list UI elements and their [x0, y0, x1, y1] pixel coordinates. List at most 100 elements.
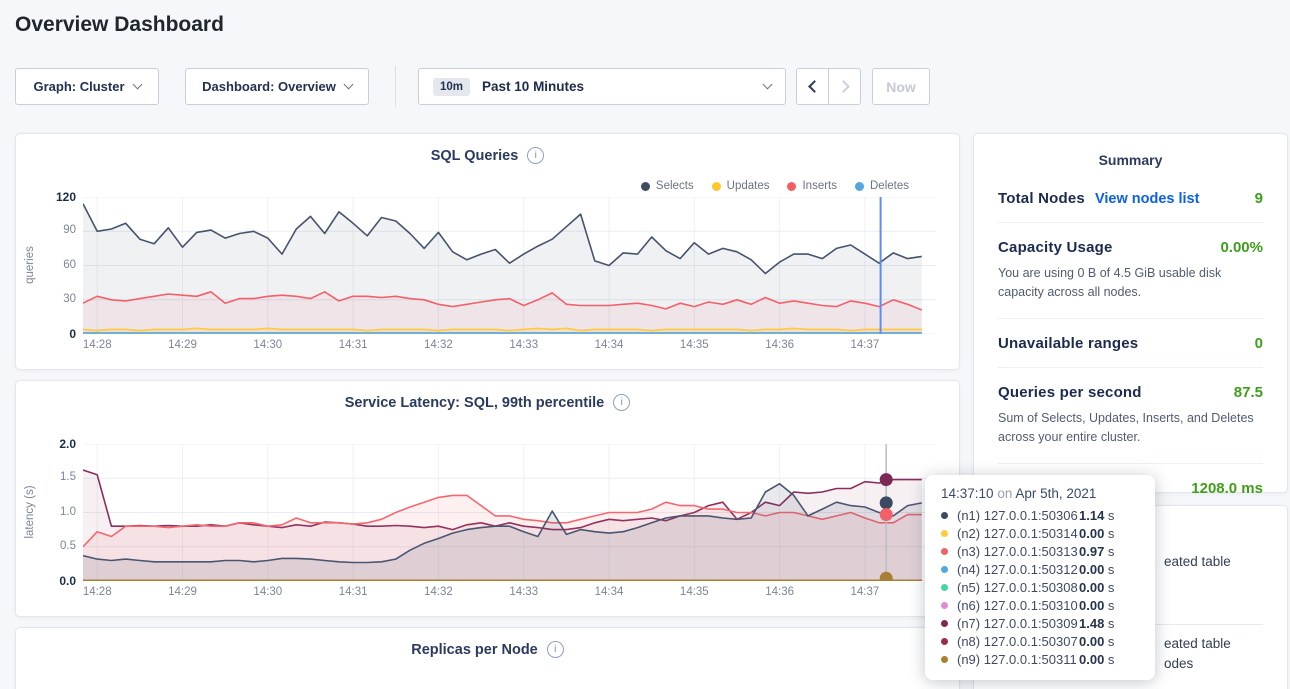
tooltip-row: (n5) 127.0.0.1:503080.00 s: [941, 578, 1139, 596]
x-tick-label: 14:28: [83, 586, 112, 598]
chevron-right-icon: [837, 80, 850, 93]
series-color-dot-icon: [941, 620, 948, 627]
time-range-selector[interactable]: 10m Past 10 Minutes: [418, 68, 786, 105]
summary-label: Total Nodes: [998, 190, 1085, 207]
summary-description: Sum of Selects, Updates, Inserts, and De…: [998, 409, 1263, 448]
graph-dropdown-label: Graph: Cluster: [33, 79, 124, 94]
legend-item: Inserts: [787, 180, 837, 192]
summary-row: Queries per second87.5Sum of Selects, Up…: [998, 368, 1263, 464]
graph-dropdown[interactable]: Graph: Cluster: [15, 68, 159, 105]
sql-queries-title: SQL Queries: [431, 148, 519, 164]
x-tick-label: 14:34: [595, 586, 624, 598]
time-prev-button[interactable]: [796, 68, 829, 105]
series-color-dot-icon: [941, 638, 948, 645]
x-tick-label: 14:31: [339, 339, 368, 351]
page-title: Overview Dashboard: [15, 13, 224, 37]
series-color-dot-icon: [941, 602, 948, 609]
event-text-fragment: eated table: [1164, 636, 1231, 651]
y-tick-label: 0.5: [60, 540, 76, 552]
time-range-badge: 10m: [433, 78, 470, 96]
summary-value: 0.00%: [1220, 239, 1263, 256]
node-address: (n6) 127.0.0.1:50310: [957, 598, 1079, 613]
x-axis-ticks: 14:2814:2914:3014:3114:3214:3314:3414:35…: [83, 339, 936, 355]
tooltip-row: (n9) 127.0.0.1:503110.00 s: [941, 650, 1139, 668]
legend-label: Inserts: [802, 180, 837, 192]
legend-item: Selects: [641, 180, 694, 192]
y-tick-label: 60: [63, 259, 76, 271]
y-tick-label: 30: [63, 293, 76, 305]
x-tick-label: 14:29: [168, 586, 197, 598]
node-latency-value: 1.14 s: [1079, 508, 1114, 523]
event-text-fragment: eated table: [1164, 554, 1231, 569]
summary-row: Unavailable ranges0: [998, 319, 1263, 368]
legend-dot-icon: [855, 182, 864, 191]
node-latency-value: 0.00 s: [1079, 634, 1114, 649]
info-icon[interactable]: i: [613, 394, 630, 411]
sql-queries-legend: Selects Updates Inserts Deletes: [641, 180, 909, 192]
x-tick-label: 14:32: [424, 339, 453, 351]
tooltip-row: (n2) 127.0.0.1:503140.00 s: [941, 524, 1139, 542]
y-tick-label: 120: [56, 190, 76, 204]
chart-hover-tooltip: 14:37:10 on Apr 5th, 2021 (n1) 127.0.0.1…: [925, 475, 1155, 680]
info-icon[interactable]: i: [527, 147, 544, 164]
legend-item: Deletes: [855, 180, 909, 192]
replicas-per-node-card: Replicas per Node i: [15, 627, 960, 689]
summary-title: Summary: [974, 134, 1287, 168]
sql-queries-plot[interactable]: [83, 197, 936, 334]
tooltip-row: (n4) 127.0.0.1:503120.00 s: [941, 560, 1139, 578]
x-tick-label: 14:36: [765, 339, 794, 351]
service-latency-plot[interactable]: [83, 444, 936, 581]
x-tick-label: 14:37: [851, 339, 880, 351]
node-address: (n5) 127.0.0.1:50308: [957, 580, 1079, 595]
overview-dashboard-page: Overview Dashboard Graph: Cluster Dashbo…: [0, 0, 1290, 689]
node-latency-value: 0.00 s: [1079, 580, 1114, 595]
node-address: (n4) 127.0.0.1:50312: [957, 562, 1079, 577]
summary-value: 9: [1255, 190, 1263, 207]
summary-label: Unavailable ranges: [998, 335, 1138, 352]
chevron-down-icon: [132, 80, 142, 90]
node-latency-value: 0.00 s: [1079, 562, 1114, 577]
x-tick-label: 14:30: [253, 586, 282, 598]
series-color-dot-icon: [941, 584, 948, 591]
summary-description: You are using 0 B of 4.5 GiB usable disk…: [998, 264, 1263, 303]
summary-rows: Total Nodes View nodes list 9 Capacity Usag…: [974, 168, 1287, 512]
x-tick-label: 14:35: [680, 339, 709, 351]
service-latency-title: Service Latency: SQL, 99th percentile: [345, 395, 605, 411]
service-latency-card: Service Latency: SQL, 99th percentile i …: [15, 380, 960, 617]
now-button[interactable]: Now: [872, 68, 930, 105]
node-latency-value: 0.00 s: [1079, 598, 1114, 613]
summary-row: Capacity Usage0.00%You are using 0 B of …: [998, 223, 1263, 319]
x-tick-label: 14:35: [680, 586, 709, 598]
info-icon[interactable]: i: [547, 641, 564, 658]
legend-label: Selects: [656, 180, 694, 192]
y-tick-label: 0.0: [59, 574, 76, 588]
node-address: (n7) 127.0.0.1:50309: [957, 616, 1079, 631]
y-tick-label: 1.0: [60, 506, 76, 518]
tooltip-row: (n6) 127.0.0.1:503100.00 s: [941, 596, 1139, 614]
time-range-label: Past 10 Minutes: [482, 79, 584, 94]
legend-label: Updates: [727, 180, 770, 192]
node-address: (n2) 127.0.0.1:50314: [957, 526, 1079, 541]
time-next-button[interactable]: [828, 68, 861, 105]
legend-label: Deletes: [870, 180, 909, 192]
legend-dot-icon: [641, 182, 650, 191]
node-address: (n9) 127.0.0.1:50311: [957, 652, 1079, 667]
legend-item: Updates: [712, 180, 770, 192]
x-tick-label: 14:29: [168, 339, 197, 351]
node-latency-value: 0.97 s: [1079, 544, 1114, 559]
x-tick-label: 14:31: [339, 586, 368, 598]
dashboard-dropdown[interactable]: Dashboard: Overview: [185, 68, 369, 105]
legend-dot-icon: [712, 182, 721, 191]
x-tick-label: 14:37: [851, 586, 880, 598]
toolbar-divider: [395, 66, 396, 107]
chevron-down-icon: [763, 80, 773, 90]
node-address: (n8) 127.0.0.1:50307: [957, 634, 1079, 649]
summary-row: Total Nodes View nodes list 9: [998, 174, 1263, 223]
view-nodes-list-link[interactable]: View nodes list: [1095, 191, 1200, 207]
node-address: (n1) 127.0.0.1:50306: [957, 508, 1079, 523]
x-tick-label: 14:32: [424, 586, 453, 598]
chevron-down-icon: [343, 80, 353, 90]
summary-value: 1208.0 ms: [1191, 480, 1263, 497]
tooltip-rows: (n1) 127.0.0.1:503061.14 s(n2) 127.0.0.1…: [941, 506, 1139, 668]
x-tick-label: 14:28: [83, 339, 112, 351]
